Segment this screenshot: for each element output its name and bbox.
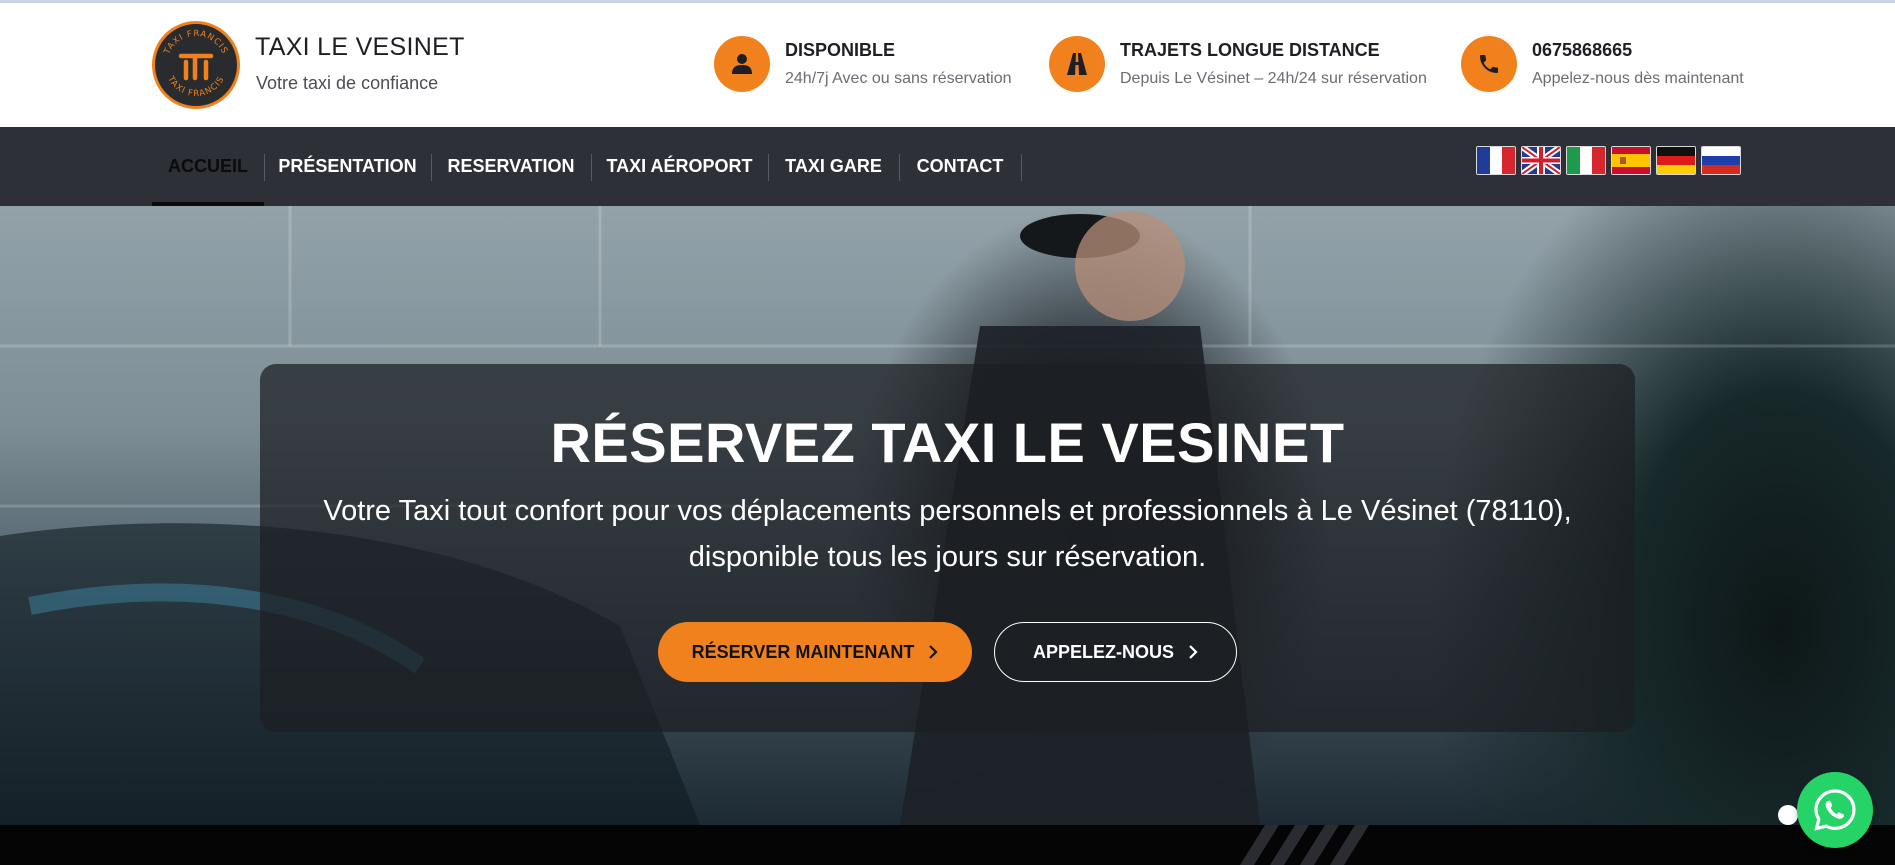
info-availability-text: 24h/7j Avec ou sans réservation [785,70,1012,87]
user-icon [714,36,770,92]
chevron-right-icon [929,645,938,659]
nav-item-accueil[interactable]: ACCUEIL [152,127,264,206]
slider-dot[interactable] [1778,805,1798,825]
taxi-francis-logo[interactable]: TAXI FRANCIS TAXI FRANCIS [152,21,240,109]
call-us-label: APPELEZ-NOUS [1032,641,1174,662]
info-availability-title: DISPONIBLE [785,40,896,60]
russian-flag[interactable] [1701,146,1741,175]
nav-divider [1021,154,1022,181]
nav-item-taxi-aeroport[interactable]: TAXI AÉROPORT [591,127,768,206]
phone-icon[interactable] [1461,36,1517,92]
hero-card: RÉSERVEZ TAXI LE VESINET Votre Taxi tout… [260,364,1635,732]
german-flag[interactable] [1656,146,1696,175]
site-header: TAXI FRANCIS TAXI FRANCIS TAXI LE VESINE… [0,3,1895,127]
section-divider-band [0,825,1895,865]
road-icon [1049,36,1105,92]
info-long-distance-text: Depuis Le Vésinet – 24h/24 sur réservati… [1120,70,1427,87]
whatsapp-icon[interactable] [1797,772,1873,848]
nav-item-presentation[interactable]: PRÉSENTATION [264,127,431,206]
english-flag[interactable] [1521,146,1561,175]
site-tagline: Votre taxi de confiance [256,73,439,93]
nav-item-taxi-gare[interactable]: TAXI GARE [768,127,899,206]
call-us-button[interactable]: APPELEZ-NOUS [994,622,1237,682]
nav-item-contact[interactable]: CONTACT [899,127,1021,206]
french-flag[interactable] [1476,146,1516,175]
info-long-distance-title: TRAJETS LONGUE DISTANCE [1120,40,1380,60]
site-title[interactable]: TAXI LE VESINET [255,33,465,62]
nav-item-reservation[interactable]: RESERVATION [431,127,591,206]
reserve-now-button[interactable]: RÉSERVER MAINTENANT [658,622,972,682]
phone-number[interactable]: 0675868665 [1532,40,1632,61]
spanish-flag[interactable] [1611,146,1651,175]
chevron-right-icon [1189,645,1198,659]
info-phone-text: Appelez-nous dès maintenant [1532,70,1744,87]
italian-flag[interactable] [1566,146,1606,175]
hero-description: Votre Taxi tout confort pour vos déplace… [323,495,1572,573]
hero-title: RÉSERVEZ TAXI LE VESINET [550,411,1345,474]
hero-section: RÉSERVEZ TAXI LE VESINET Votre Taxi tout… [0,206,1895,825]
reserve-now-label: RÉSERVER MAINTENANT [691,641,915,662]
language-switcher [1476,146,1741,176]
